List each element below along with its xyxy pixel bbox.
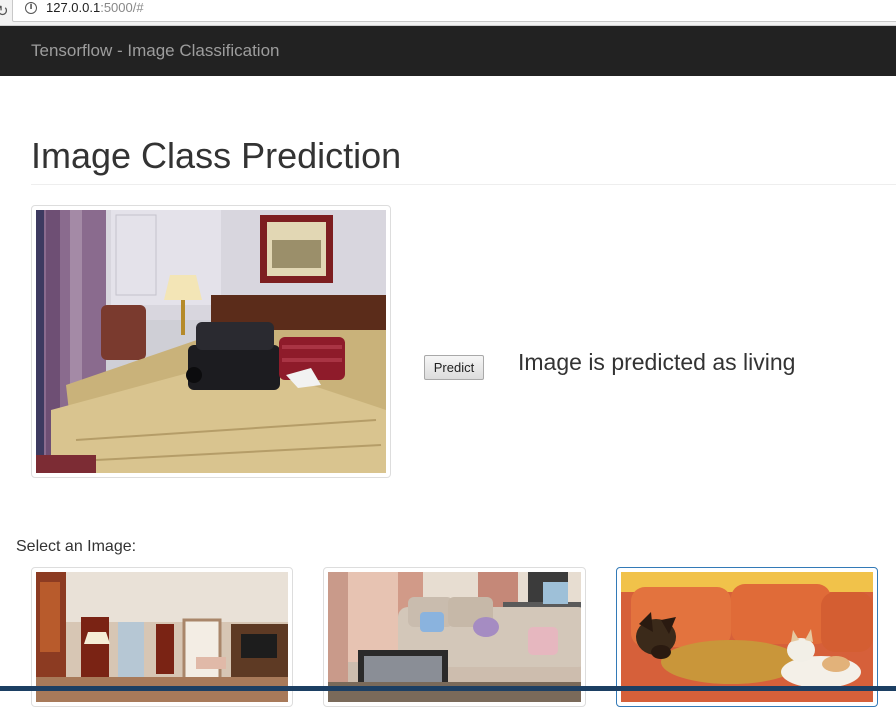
gallery-image-dog-and-cat <box>621 572 873 702</box>
gallery-image-hotel-room <box>36 572 288 702</box>
navbar-brand[interactable]: Tensorflow - Image Classification <box>31 41 279 61</box>
select-image-label: Select an Image: <box>16 538 137 555</box>
url-path: :5000/# <box>100 0 144 15</box>
url-text: 127.0.0.1:5000/# <box>46 0 144 15</box>
url-host: 127.0.0.1 <box>46 0 101 15</box>
url-field[interactable]: i 127.0.0.1:5000/# <box>12 0 896 22</box>
selected-image-thumbnail <box>31 205 391 478</box>
gallery-image-living-room <box>328 572 581 702</box>
prediction-result: Image is predicted as living <box>518 349 796 375</box>
taskbar <box>0 686 896 691</box>
navbar: Tensorflow - Image Classification <box>0 26 896 76</box>
reload-icon[interactable]: ↻ <box>0 2 9 20</box>
divider <box>31 184 896 185</box>
selected-image-bedroom <box>36 210 386 473</box>
info-icon[interactable]: i <box>25 2 37 14</box>
predict-button[interactable]: Predict <box>424 355 484 380</box>
page-title: Image Class Prediction <box>31 135 402 176</box>
browser-address-bar: ↻ i 127.0.0.1:5000/# <box>0 0 896 26</box>
